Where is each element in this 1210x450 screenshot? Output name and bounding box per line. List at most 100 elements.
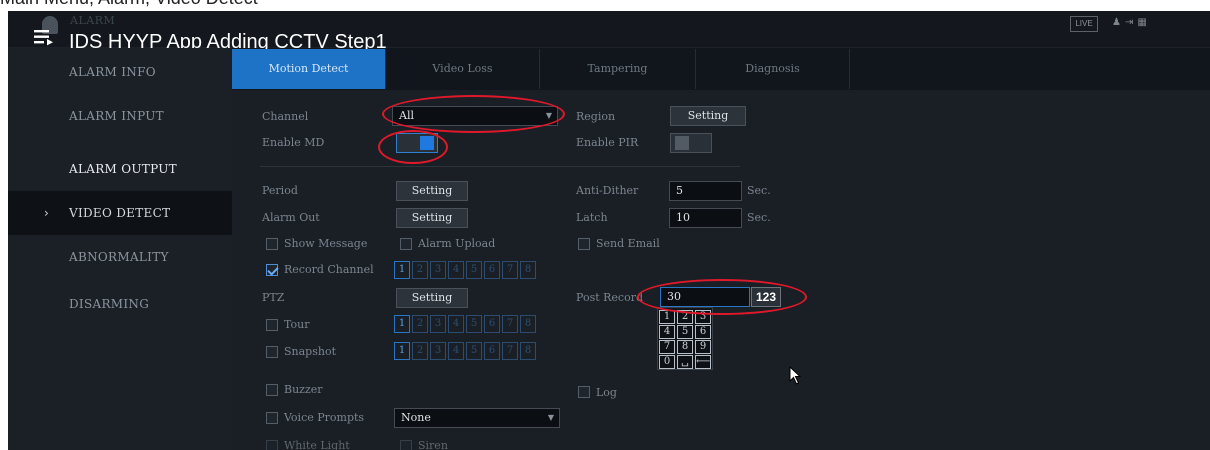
annotation-ellipse-channel <box>382 95 565 133</box>
numeric-keypad: 1 2 3 4 5 6 7 8 9 0 ␣ ⟵ <box>657 307 713 370</box>
tour-channel-2[interactable]: 2 <box>412 315 428 333</box>
key-6[interactable]: 6 <box>695 325 711 339</box>
sidebar: ALARM INFO ALARM INPUT ALARM OUTPUT › VID… <box>8 48 232 450</box>
enable-pir-toggle[interactable] <box>670 133 712 153</box>
send-email-label: Send Email <box>596 237 660 250</box>
ptz-label: PTZ <box>262 291 285 304</box>
snapshot-channel-1[interactable]: 1 <box>394 342 410 360</box>
latch-label: Latch <box>576 211 608 224</box>
sidebar-item-alarm-info[interactable]: ALARM INFO <box>8 50 232 94</box>
tab-bar: Motion Detect Video Loss Tampering Diagn… <box>232 49 1210 90</box>
user-icon[interactable]: ♟ <box>1112 17 1125 28</box>
window-title: ALARM <box>70 14 116 27</box>
latch-input[interactable]: 10 <box>669 208 742 228</box>
snapshot-channel-8[interactable]: 8 <box>520 342 536 360</box>
send-email-checkbox[interactable] <box>578 238 590 250</box>
key-7[interactable]: 7 <box>659 340 675 354</box>
snapshot-channel-7[interactable]: 7 <box>502 342 518 360</box>
region-setting-button[interactable]: Setting <box>670 106 746 126</box>
chevron-right-icon: › <box>44 206 50 220</box>
top-right-icons[interactable]: ♟⇥▦ <box>1112 17 1151 28</box>
key-1[interactable]: 1 <box>659 310 675 324</box>
channel-label: Channel <box>262 110 309 123</box>
period-setting-button[interactable]: Setting <box>396 181 468 201</box>
snapshot-channel-3[interactable]: 3 <box>430 342 446 360</box>
tour-channel-3[interactable]: 3 <box>430 315 446 333</box>
tour-channel-4[interactable]: 4 <box>448 315 464 333</box>
sidebar-item-disarming[interactable]: DISARMING <box>8 282 232 326</box>
snapshot-checkbox[interactable] <box>266 346 278 358</box>
record-channel-2[interactable]: 2 <box>412 261 428 279</box>
show-message-label: Show Message <box>284 237 368 250</box>
tour-channel-5[interactable]: 5 <box>466 315 482 333</box>
buzzer-checkbox[interactable] <box>266 384 278 396</box>
sidebar-item-label: ABNORMALITY <box>69 250 169 264</box>
tab-tampering[interactable]: Tampering <box>540 49 696 89</box>
tour-channel-selector: 1 2 3 4 5 6 7 8 <box>394 315 536 333</box>
live-button[interactable]: LIVE <box>1070 16 1098 32</box>
white-light-checkbox[interactable] <box>266 440 278 450</box>
voice-prompts-label: Voice Prompts <box>284 411 365 424</box>
record-channel-7[interactable]: 7 <box>502 261 518 279</box>
sidebar-item-label: VIDEO DETECT <box>69 206 171 220</box>
grid-icon[interactable]: ▦ <box>1137 17 1150 28</box>
record-channel-5[interactable]: 5 <box>466 261 482 279</box>
anti-dither-input[interactable]: 5 <box>669 181 742 201</box>
record-channel-selector: 1 2 3 4 5 6 7 8 <box>394 261 536 279</box>
playlist-menu-icon[interactable] <box>34 27 54 47</box>
sidebar-item-abnormality[interactable]: ABNORMALITY <box>8 235 232 279</box>
record-channel-3[interactable]: 3 <box>430 261 446 279</box>
backspace-key-icon[interactable]: ⟵ <box>695 355 711 369</box>
tour-channel-6[interactable]: 6 <box>484 315 500 333</box>
mouse-cursor-icon <box>789 366 802 385</box>
alarm-out-setting-button[interactable]: Setting <box>396 208 468 228</box>
white-light-label: White Light <box>284 439 350 450</box>
tour-channel-1[interactable]: 1 <box>394 315 410 333</box>
record-channel-6[interactable]: 6 <box>484 261 500 279</box>
sidebar-item-video-detect[interactable]: › VIDEO DETECT <box>8 191 232 235</box>
siren-checkbox[interactable] <box>400 440 412 450</box>
ptz-setting-button[interactable]: Setting <box>396 288 468 308</box>
alarm-upload-label: Alarm Upload <box>418 237 496 250</box>
tab-motion-detect[interactable]: Motion Detect <box>232 49 386 89</box>
record-channel-1[interactable]: 1 <box>394 261 410 279</box>
tour-channel-8[interactable]: 8 <box>520 315 536 333</box>
tab-video-loss[interactable]: Video Loss <box>386 49 540 89</box>
sidebar-item-label: ALARM OUTPUT <box>69 162 177 176</box>
enable-pir-label: Enable PIR <box>576 136 639 149</box>
siren-label: Siren <box>418 439 448 450</box>
motion-detect-panel: Channel All ▼ Region Setting Enable MD En… <box>232 90 1210 450</box>
record-channel-checkbox[interactable] <box>266 264 278 276</box>
key-5[interactable]: 5 <box>677 325 693 339</box>
snapshot-channel-6[interactable]: 6 <box>484 342 500 360</box>
tab-diagnosis[interactable]: Diagnosis <box>696 49 850 89</box>
snapshot-channel-2[interactable]: 2 <box>412 342 428 360</box>
sidebar-item-alarm-input[interactable]: ALARM INPUT <box>8 94 232 138</box>
key-9[interactable]: 9 <box>695 340 711 354</box>
snapshot-channel-4[interactable]: 4 <box>448 342 464 360</box>
space-key-icon[interactable]: ␣ <box>677 355 693 369</box>
voice-prompts-checkbox[interactable] <box>266 412 278 424</box>
snapshot-label: Snapshot <box>284 345 336 358</box>
divider <box>260 166 740 167</box>
key-4[interactable]: 4 <box>659 325 675 339</box>
sidebar-item-alarm-output[interactable]: ALARM OUTPUT <box>8 147 232 191</box>
logout-icon[interactable]: ⇥ <box>1125 17 1137 28</box>
log-checkbox[interactable] <box>578 386 590 398</box>
tour-checkbox[interactable] <box>266 319 278 331</box>
region-label: Region <box>576 110 616 123</box>
key-0[interactable]: 0 <box>659 355 675 369</box>
record-channel-8[interactable]: 8 <box>520 261 536 279</box>
snapshot-channel-selector: 1 2 3 4 5 6 7 8 <box>394 342 536 360</box>
snapshot-channel-5[interactable]: 5 <box>466 342 482 360</box>
record-channel-4[interactable]: 4 <box>448 261 464 279</box>
voice-prompts-select[interactable]: None ▼ <box>394 408 560 428</box>
enable-md-label: Enable MD <box>262 136 325 149</box>
alarm-upload-checkbox[interactable] <box>400 238 412 250</box>
annotation-ellipse-post-record <box>637 279 807 315</box>
tour-channel-7[interactable]: 7 <box>502 315 518 333</box>
alarm-out-label: Alarm Out <box>262 211 320 224</box>
show-message-checkbox[interactable] <box>266 238 278 250</box>
anti-dither-label: Anti-Dither <box>576 184 639 197</box>
key-8[interactable]: 8 <box>677 340 693 354</box>
